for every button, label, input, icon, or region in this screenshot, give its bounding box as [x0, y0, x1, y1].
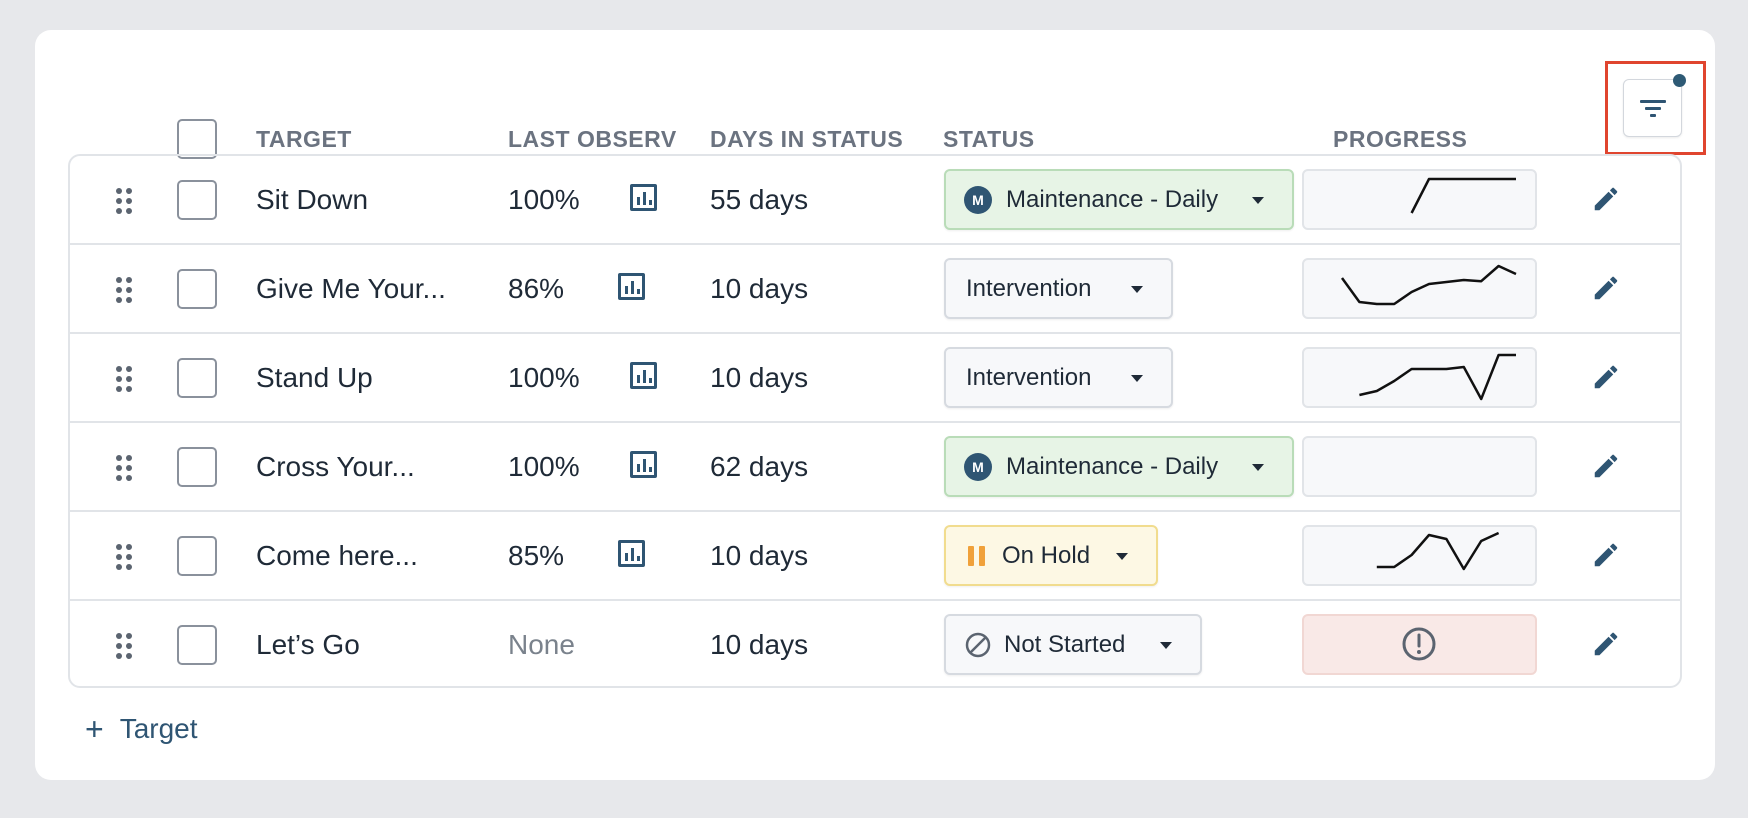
row-checkbox[interactable]: [177, 625, 217, 665]
caret-down-icon: [1252, 464, 1264, 471]
pause-icon: [968, 545, 986, 566]
progress-sparkline[interactable]: [1302, 347, 1537, 408]
caret-down-icon: [1252, 197, 1264, 204]
row-checkbox[interactable]: [177, 269, 217, 309]
filter-active-dot: [1673, 74, 1686, 87]
select-all-checkbox[interactable]: [177, 119, 217, 159]
target-name[interactable]: Let’s Go: [256, 629, 360, 661]
days-in-status: 10 days: [710, 540, 809, 571]
progress-sparkline[interactable]: [1302, 614, 1537, 675]
status-dropdown[interactable]: Not Started: [944, 614, 1202, 675]
days-in-status: 62 days: [710, 451, 809, 482]
column-header-target[interactable]: TARGET: [256, 126, 352, 153]
bar-chart-icon[interactable]: [618, 540, 645, 567]
status-label: Intervention: [966, 363, 1092, 391]
status-dropdown[interactable]: M Maintenance - Daily: [944, 169, 1294, 230]
edit-pencil-icon[interactable]: [1591, 540, 1621, 570]
target-name[interactable]: Stand Up: [256, 362, 373, 394]
edit-pencil-icon[interactable]: [1591, 451, 1621, 481]
row-checkbox[interactable]: [177, 536, 217, 576]
last-observation-value: None: [508, 629, 575, 660]
targets-table: Sit Down 100% 55 days M Maintenance - Daily G…: [68, 154, 1682, 688]
row-checkbox[interactable]: [177, 447, 217, 487]
table-row[interactable]: Stand Up 100% 10 days Intervention: [70, 334, 1680, 423]
days-in-status: 10 days: [710, 273, 809, 304]
caret-down-icon: [1160, 642, 1172, 649]
sparkline-chart: [1304, 438, 1535, 495]
column-header-progress[interactable]: PROGRESS: [1333, 126, 1467, 153]
row-checkbox[interactable]: [177, 180, 217, 220]
status-dropdown[interactable]: On Hold: [944, 525, 1158, 586]
not-started-icon: [965, 632, 991, 657]
filter-button[interactable]: [1623, 79, 1682, 137]
last-observation-value: 85%: [508, 540, 565, 571]
add-target-button[interactable]: + Target: [85, 713, 198, 745]
progress-sparkline[interactable]: [1302, 169, 1537, 230]
table-row[interactable]: Cross Your... 100% 62 days M Maintenance - D…: [70, 423, 1680, 512]
last-observation-value: 100%: [508, 362, 580, 393]
sparkline-path: [1340, 264, 1517, 306]
sparkline-chart: [1376, 531, 1500, 571]
status-dropdown[interactable]: Intervention: [944, 258, 1173, 319]
drag-handle-icon[interactable]: [116, 366, 132, 392]
bar-chart-icon[interactable]: [630, 451, 657, 478]
drag-handle-icon[interactable]: [116, 188, 132, 214]
progress-sparkline[interactable]: [1302, 436, 1537, 497]
column-header-status[interactable]: STATUS: [943, 126, 1035, 153]
maintenance-badge-icon: M: [964, 452, 992, 481]
target-name[interactable]: Sit Down: [256, 184, 368, 216]
target-name[interactable]: Give Me Your...: [256, 273, 446, 305]
edit-pencil-icon[interactable]: [1591, 362, 1621, 392]
status-label: Intervention: [966, 274, 1092, 302]
target-name[interactable]: Come here...: [256, 540, 418, 572]
table-row[interactable]: Give Me Your... 86% 10 days Intervention: [70, 245, 1680, 334]
status-label: On Hold: [1002, 541, 1091, 569]
caret-down-icon: [1116, 553, 1128, 560]
add-target-label: Target: [119, 713, 198, 744]
drag-handle-icon[interactable]: [116, 455, 132, 481]
progress-sparkline[interactable]: [1302, 258, 1537, 319]
drag-handle-icon[interactable]: [116, 544, 132, 570]
sparkline-path: [1359, 353, 1516, 401]
bar-chart-icon[interactable]: [630, 184, 657, 211]
last-observation-value: 86%: [508, 273, 565, 304]
sparkline-chart: [1359, 353, 1516, 401]
target-name[interactable]: Cross Your...: [256, 451, 415, 483]
days-in-status: 10 days: [710, 362, 809, 393]
sparkline-chart: [1340, 264, 1517, 306]
drag-handle-icon[interactable]: [116, 633, 132, 659]
last-observation-value: 100%: [508, 184, 580, 215]
bar-chart-icon[interactable]: [618, 273, 645, 300]
last-observation-value: 100%: [508, 451, 580, 482]
table-row[interactable]: Sit Down 100% 55 days M Maintenance - Daily: [70, 156, 1680, 245]
status-dropdown[interactable]: Intervention: [944, 347, 1173, 408]
drag-handle-icon[interactable]: [116, 277, 132, 303]
row-checkbox[interactable]: [177, 358, 217, 398]
plus-icon: +: [85, 711, 104, 747]
table-row[interactable]: Come here... 85% 10 days On Hold: [70, 512, 1680, 601]
targets-card: TARGET LAST OBSERV DAYS IN STATUS STATUS…: [35, 30, 1715, 780]
caret-down-icon: [1131, 286, 1143, 293]
days-in-status: 10 days: [710, 629, 809, 660]
alert-icon: [1402, 627, 1436, 661]
edit-pencil-icon[interactable]: [1591, 184, 1621, 214]
maintenance-badge-icon: M: [964, 185, 992, 214]
caret-down-icon: [1131, 375, 1143, 382]
status-label: Not Started: [1004, 630, 1126, 658]
days-in-status: 55 days: [710, 184, 809, 215]
status-label: Maintenance - Daily: [1006, 452, 1219, 480]
edit-pencil-icon[interactable]: [1591, 629, 1621, 659]
column-header-days-in-status[interactable]: DAYS IN STATUS: [710, 126, 903, 153]
status-dropdown[interactable]: M Maintenance - Daily: [944, 436, 1294, 497]
bar-chart-icon[interactable]: [630, 362, 657, 389]
sparkline-path: [1410, 177, 1516, 214]
sparkline-chart: [1410, 177, 1516, 214]
status-label: Maintenance - Daily: [1006, 185, 1219, 213]
sparkline-path: [1376, 531, 1500, 571]
table-row[interactable]: Let’s Go None 10 days Not Started: [70, 601, 1680, 686]
edit-pencil-icon[interactable]: [1591, 273, 1621, 303]
progress-sparkline[interactable]: [1302, 525, 1537, 586]
column-header-last-observ[interactable]: LAST OBSERV: [508, 126, 677, 153]
